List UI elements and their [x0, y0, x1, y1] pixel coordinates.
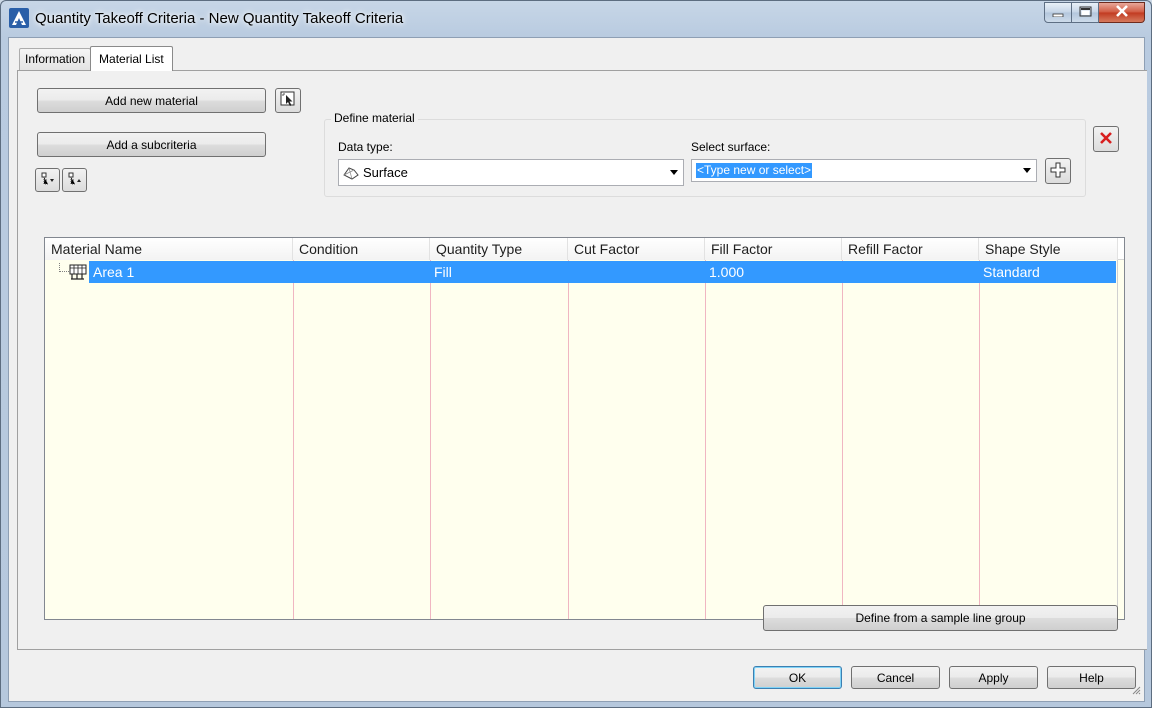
material-table[interactable]: Material Name Condition Quantity Type Cu… — [44, 237, 1125, 620]
window-controls — [1044, 2, 1145, 24]
cell-cut-factor[interactable] — [568, 261, 572, 283]
resize-grip-icon[interactable] — [1131, 684, 1141, 698]
dialog-window: Quantity Takeoff Criteria - New Quantity… — [0, 0, 1152, 708]
column-divider — [568, 260, 569, 619]
title-bar[interactable]: Quantity Takeoff Criteria - New Quantity… — [1, 1, 1151, 37]
column-header-cut-factor[interactable]: Cut Factor — [568, 238, 705, 260]
expand-tree-icon — [40, 171, 56, 190]
define-from-sample-line-group-button[interactable]: Define from a sample line group — [763, 605, 1118, 631]
expand-tree-button[interactable] — [35, 168, 60, 192]
ok-button[interactable]: OK — [753, 666, 842, 689]
close-button[interactable] — [1099, 2, 1145, 23]
material-icon — [69, 263, 87, 284]
table-header: Material Name Condition Quantity Type Cu… — [45, 238, 1124, 260]
pick-from-drawing-icon — [280, 91, 296, 110]
cell-refill-factor[interactable] — [842, 261, 846, 283]
collapse-tree-button[interactable] — [62, 168, 87, 192]
apply-button[interactable]: Apply — [949, 666, 1038, 689]
data-type-value: Surface — [363, 165, 408, 180]
define-material-group: Define material Data type: Surface Selec… — [324, 111, 1086, 197]
column-divider — [293, 260, 294, 619]
column-divider — [842, 260, 843, 619]
dialog-client: Information Material List Add new materi… — [8, 37, 1147, 702]
column-header-condition[interactable]: Condition — [293, 238, 430, 260]
window-title: Quantity Takeoff Criteria - New Quantity… — [35, 10, 404, 27]
data-type-label: Data type: — [338, 140, 393, 154]
material-list-panel: Add new material Add a subcriteria Defin… — [17, 70, 1147, 650]
define-material-legend: Define material — [331, 111, 418, 125]
cancel-button[interactable]: Cancel — [851, 666, 940, 689]
tab-material-list[interactable]: Material List — [90, 46, 173, 71]
table-row[interactable] — [89, 261, 1116, 283]
cell-fill-factor[interactable]: 1.000 — [705, 261, 744, 283]
maximize-button[interactable] — [1072, 2, 1099, 23]
data-type-select[interactable]: Surface — [338, 159, 684, 186]
surface-icon — [343, 166, 359, 180]
tab-information[interactable]: Information — [19, 48, 92, 71]
column-header-quantity-type[interactable]: Quantity Type — [430, 238, 568, 260]
cell-quantity-type[interactable]: Fill — [430, 261, 452, 283]
column-header-refill-factor[interactable]: Refill Factor — [842, 238, 979, 260]
select-surface-value[interactable]: <Type new or select> — [696, 163, 813, 178]
help-button[interactable]: Help — [1047, 666, 1136, 689]
delete-material-button[interactable] — [1093, 126, 1119, 152]
add-subcriteria-button[interactable]: Add a subcriteria — [37, 132, 266, 157]
tab-strip: Information Material List — [19, 46, 173, 71]
column-divider — [979, 260, 980, 619]
pick-from-drawing-button[interactable] — [275, 88, 301, 113]
delete-x-icon — [1099, 131, 1113, 148]
select-surface-label: Select surface: — [691, 140, 771, 154]
cell-condition[interactable] — [293, 261, 297, 283]
minimize-button[interactable] — [1044, 2, 1072, 23]
column-divider — [705, 260, 706, 619]
collapse-tree-icon — [67, 171, 83, 190]
column-divider — [430, 260, 431, 619]
cell-shape-style[interactable]: Standard — [979, 261, 1040, 283]
chevron-down-icon — [670, 170, 678, 175]
column-header-shape-style[interactable]: Shape Style — [979, 238, 1118, 260]
add-surface-button[interactable] — [1045, 158, 1071, 184]
chevron-down-icon — [1023, 168, 1031, 173]
grid-edge — [1117, 260, 1118, 619]
maximize-icon — [1079, 6, 1092, 20]
column-header-material-name[interactable]: Material Name — [45, 238, 293, 260]
add-new-material-button[interactable]: Add new material — [37, 88, 266, 113]
minimize-icon — [1052, 6, 1064, 20]
plus-icon — [1050, 162, 1066, 181]
select-surface-combo[interactable]: <Type new or select> — [691, 159, 1037, 182]
civil3d-logo-icon — [9, 8, 29, 28]
close-icon — [1115, 5, 1129, 20]
cell-material-name[interactable]: Area 1 — [89, 261, 134, 283]
column-header-fill-factor[interactable]: Fill Factor — [705, 238, 842, 260]
